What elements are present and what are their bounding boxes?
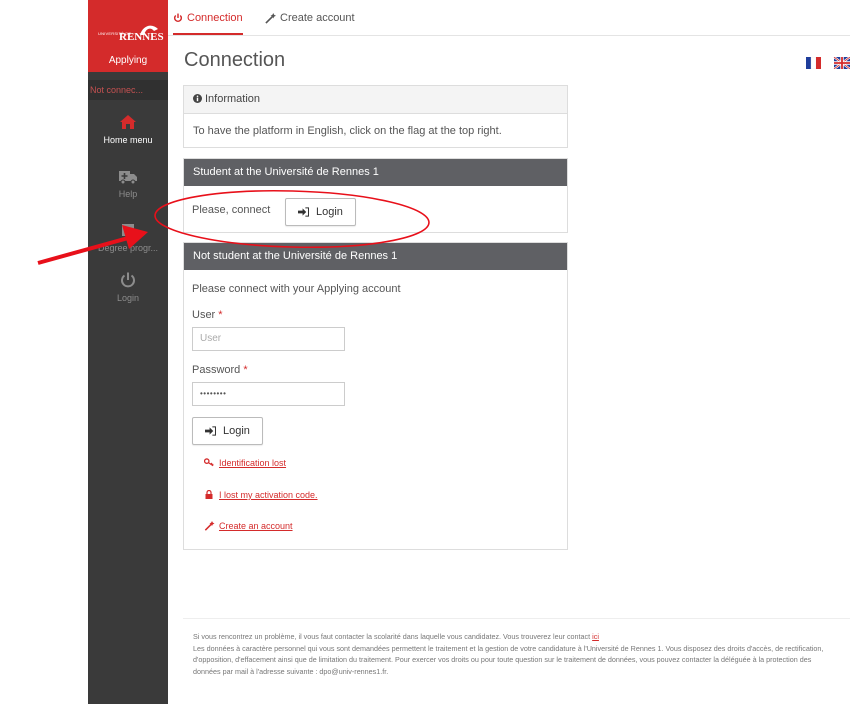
lost-activation-code-link[interactable]: I lost my activation code.: [219, 490, 318, 500]
footer-contact-line: Si vous rencontrez un problème, il vous …: [193, 631, 840, 643]
non-student-intro: Please connect with your Applying accoun…: [192, 283, 401, 295]
user-label: User *: [192, 309, 223, 321]
student-panel-body: Please, connect Login: [184, 186, 567, 232]
footer-privacy-text: Les données à caractère personnel qui vo…: [193, 643, 824, 676]
nav-help[interactable]: Help: [88, 166, 168, 199]
non-student-panel-header: Not student at the Université de Rennes …: [184, 243, 567, 270]
password-label-text: Password: [192, 364, 241, 376]
lock-icon: [205, 490, 213, 499]
password-input[interactable]: ••••••••: [192, 382, 345, 406]
footer-contact-link[interactable]: ici: [592, 632, 599, 641]
tab-create-account[interactable]: Create account: [265, 0, 355, 35]
account-login-button[interactable]: Login: [192, 417, 263, 445]
user-label-text: User: [192, 309, 216, 321]
sign-in-icon: [298, 207, 309, 217]
power-icon: [121, 272, 135, 288]
account-login-label: Login: [223, 425, 250, 437]
nav-degree-programs[interactable]: Degree progr...: [88, 220, 168, 253]
required-mark: *: [218, 309, 223, 321]
student-panel-title: Student at the Université de Rennes 1: [193, 166, 379, 178]
university-logo[interactable]: UNIVERSITÉ DE RENNES Applying: [88, 0, 168, 72]
nav-help-label: Help: [118, 189, 138, 199]
create-account-link[interactable]: Create an account: [219, 521, 293, 531]
information-panel-title: Information: [205, 93, 261, 105]
app-name: Applying: [108, 55, 148, 66]
nav-home-menu-label: Home menu: [103, 135, 153, 145]
connection-status: Not connec...: [88, 80, 168, 100]
key-icon: [204, 458, 214, 467]
footer: Si vous rencontrez un problème, il vous …: [183, 618, 850, 704]
user-input[interactable]: User: [192, 327, 345, 351]
ambulance-icon: [119, 171, 137, 185]
password-label: Password *: [192, 364, 248, 376]
student-login-button[interactable]: Login: [285, 198, 356, 226]
information-text: To have the platform in English, click o…: [193, 125, 502, 137]
non-student-panel: Not student at the Université de Rennes …: [183, 242, 568, 550]
nav-home-menu[interactable]: Home menu: [88, 112, 168, 145]
power-icon: [173, 13, 183, 23]
nav-login-label: Login: [116, 293, 140, 303]
french-flag-icon[interactable]: [806, 56, 821, 70]
student-panel-header: Student at the Université de Rennes 1: [184, 159, 567, 186]
tab-connection-label: Connection: [187, 12, 243, 24]
student-login-label: Login: [316, 206, 343, 218]
non-student-panel-body: Please connect with your Applying accoun…: [184, 270, 567, 550]
footer-contact-text: Si vous rencontrez un problème, il vous …: [193, 632, 591, 641]
sign-in-icon: [205, 426, 216, 436]
logo-mark-icon: [140, 25, 158, 35]
information-panel-body: To have the platform in English, click o…: [184, 114, 567, 147]
degree-icon: [122, 224, 134, 236]
tab-connection[interactable]: Connection: [173, 0, 243, 35]
nav-login[interactable]: Login: [88, 270, 168, 303]
magic-wand-icon: [204, 521, 215, 531]
non-student-panel-title: Not student at the Université de Rennes …: [193, 250, 398, 262]
student-panel: Student at the Université de Rennes 1 Pl…: [183, 158, 568, 233]
information-panel: Information To have the platform in Engl…: [183, 85, 568, 148]
nav-degree-label: Degree progr...: [97, 243, 159, 253]
identification-lost-link[interactable]: Identification lost: [219, 458, 286, 468]
student-connect-prompt: Please, connect: [192, 204, 271, 216]
home-icon: [120, 115, 136, 129]
tab-create-account-label: Create account: [280, 12, 355, 24]
page-title: Connection: [184, 49, 286, 71]
magic-wand-icon: [265, 12, 276, 24]
language-flags: [806, 56, 850, 74]
required-mark: *: [243, 364, 248, 376]
information-panel-header: Information: [184, 86, 567, 114]
sidebar: UNIVERSITÉ DE RENNES Applying Not connec…: [88, 0, 168, 704]
uk-flag-icon[interactable]: [833, 56, 850, 70]
info-icon: [193, 94, 202, 103]
top-tabs: Connection Create account: [168, 0, 850, 36]
